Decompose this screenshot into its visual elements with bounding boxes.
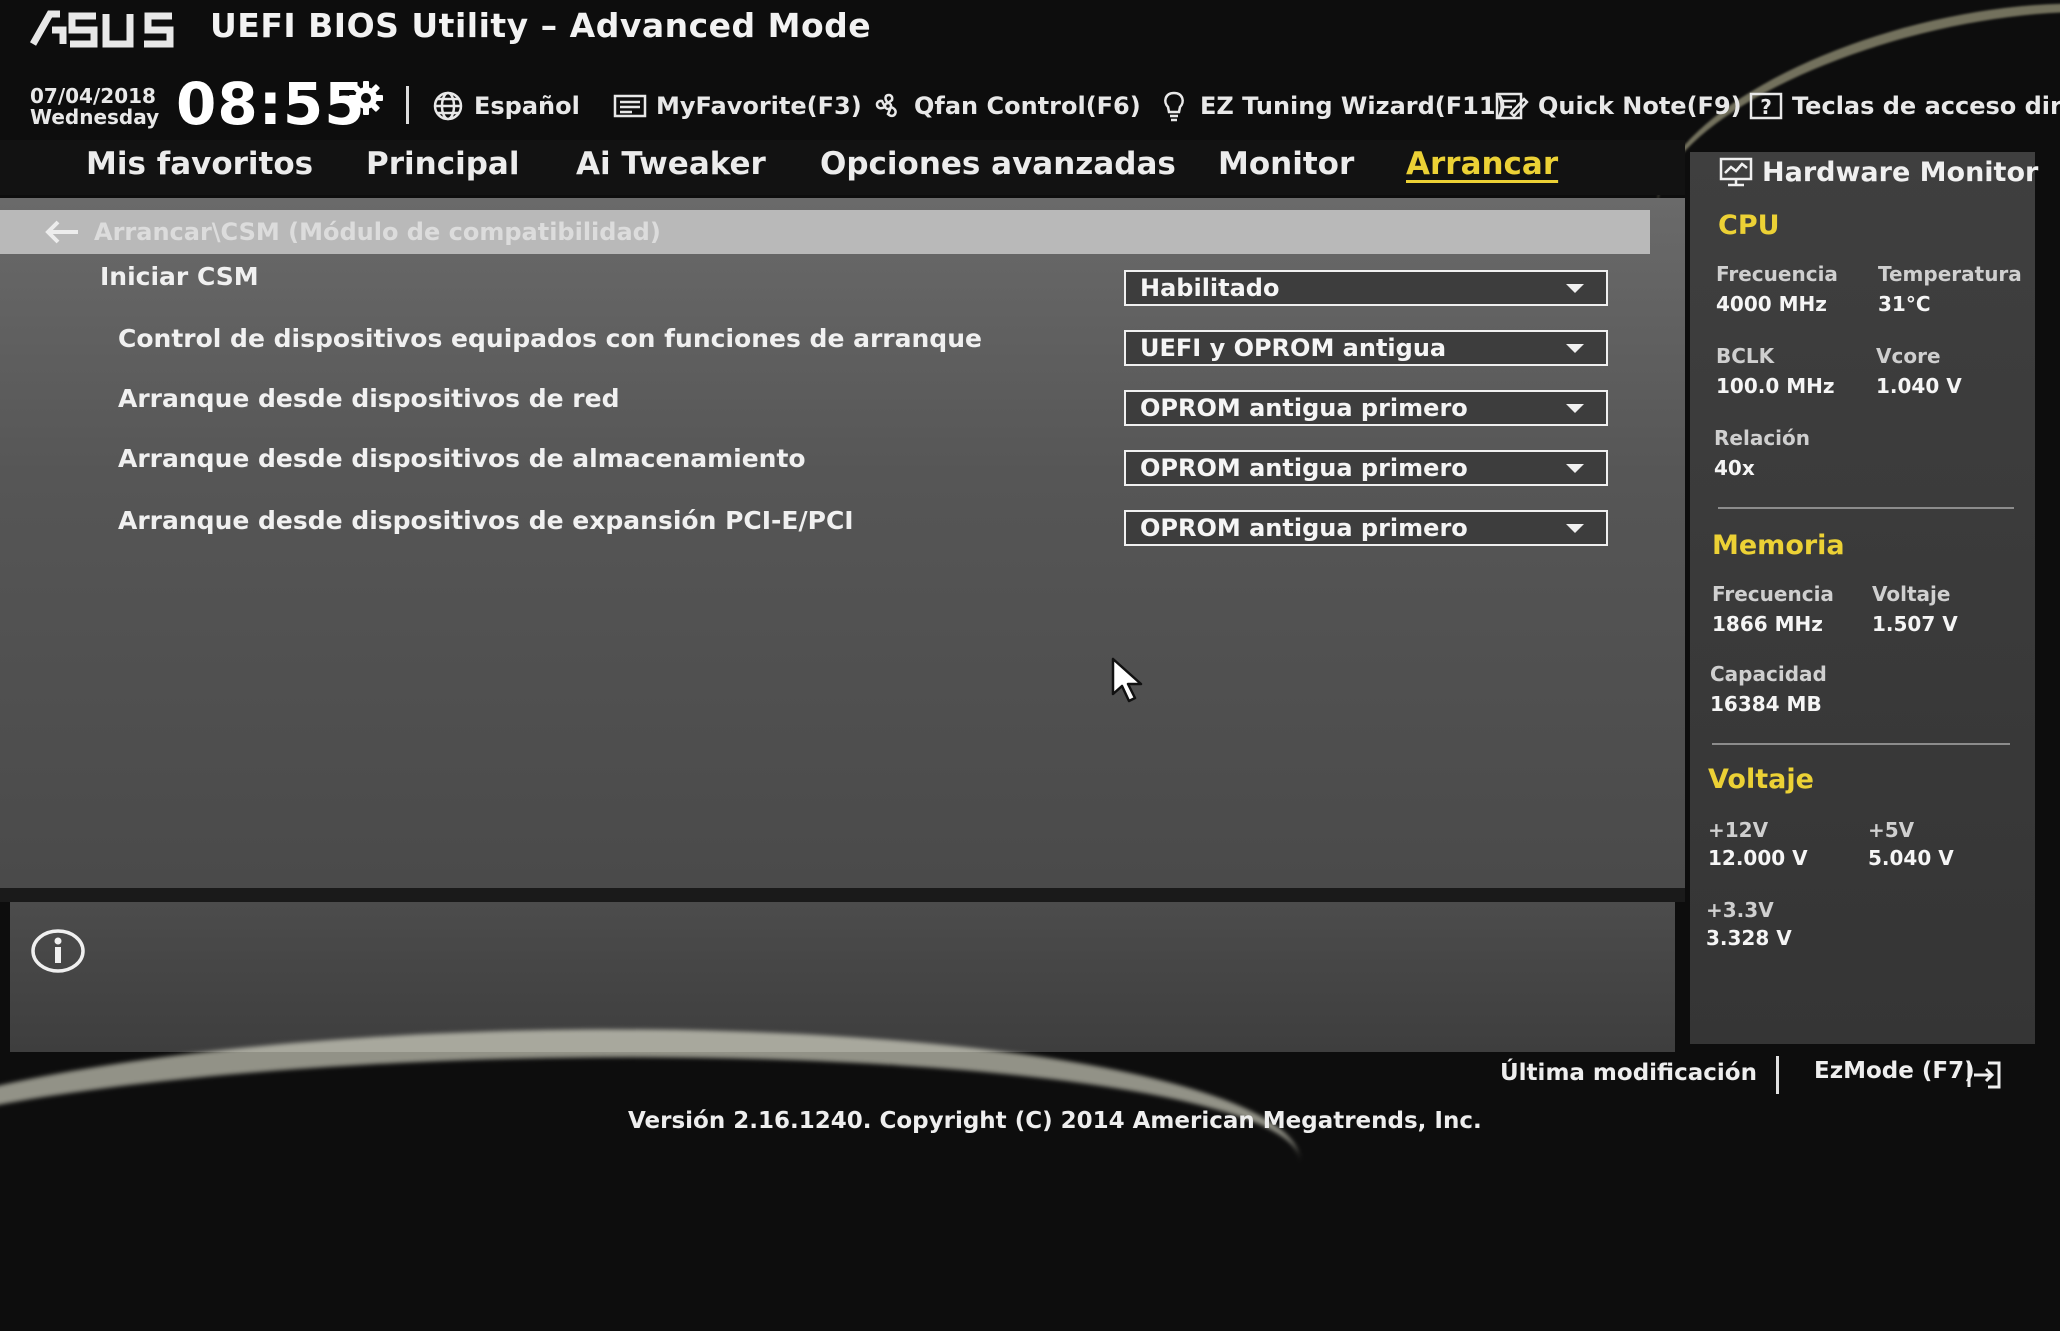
select-value: OPROM antigua primero — [1140, 514, 1468, 542]
dropdown-arrow-icon — [1566, 463, 1584, 473]
bulb-icon — [1164, 91, 1184, 122]
favorites-icon — [613, 94, 647, 118]
v12-value: 12.000 V — [1708, 846, 1808, 870]
footer-separator — [1776, 1056, 1779, 1094]
quick-note-button[interactable]: Quick Note(F9) — [1494, 90, 1742, 122]
myfavorite-label: MyFavorite(F3) — [656, 92, 862, 120]
ratio-label: Relación — [1714, 426, 1811, 450]
header-separator — [406, 86, 409, 124]
vcore-label: Vcore — [1876, 344, 1941, 368]
back-arrow-icon[interactable] — [44, 219, 82, 245]
cpu-frequency-label: Frecuencia — [1716, 262, 1838, 286]
voltage-heading: Voltaje — [1708, 764, 1814, 795]
tab-favorites[interactable]: Mis favoritos — [86, 146, 313, 182]
date-display: 07/04/2018 Wednesday — [30, 86, 159, 128]
qfan-control-button[interactable]: Qfan Control(F6) — [870, 90, 1141, 122]
tab-main[interactable]: Principal — [366, 146, 519, 182]
version-text: Versión 2.16.1240. Copyright (C) 2014 Am… — [628, 1108, 1482, 1134]
hotkeys-label: Teclas de acceso directo — [1792, 92, 2060, 120]
clock: 08:55 — [176, 70, 366, 138]
vcore-value: 1.040 V — [1876, 374, 1962, 398]
select-value: UEFI y OPROM antigua — [1140, 334, 1447, 362]
option-label: Arranque desde dispositivos de expansión… — [118, 506, 854, 535]
globe-icon — [433, 91, 463, 121]
weekday: Wednesday — [30, 105, 160, 129]
bclk-label: BCLK — [1716, 344, 1775, 368]
tab-monitor[interactable]: Monitor — [1218, 146, 1354, 182]
app-title: UEFI BIOS Utility – Advanced Mode — [210, 6, 872, 45]
cpu-heading: CPU — [1718, 210, 1780, 241]
dropdown-arrow-icon — [1566, 343, 1584, 353]
v5-value: 5.040 V — [1868, 846, 1954, 870]
qfan-label: Qfan Control(F6) — [914, 92, 1141, 120]
v5-label: +5V — [1868, 818, 1915, 842]
tab-boot[interactable]: Arrancar — [1406, 146, 1558, 182]
capacity-label: Capacidad — [1710, 662, 1827, 686]
decorative-swoosh — [0, 1016, 1303, 1331]
memory-voltage-value: 1.507 V — [1872, 612, 1958, 636]
exit-icon[interactable] — [1966, 1060, 2002, 1090]
tab-ai-tweaker[interactable]: Ai Tweaker — [576, 146, 766, 182]
section-divider — [1712, 743, 2010, 745]
capacity-value: 16384 MB — [1710, 692, 1822, 716]
pcie-boot-select[interactable]: OPROM antigua primero — [1124, 510, 1608, 546]
hardware-monitor-title: Hardware Monitor — [1718, 156, 2038, 188]
option-label: Arranque desde dispositivos de red — [118, 384, 620, 413]
bclk-value: 100.0 MHz — [1716, 374, 1835, 398]
select-value: OPROM antigua primero — [1140, 454, 1468, 482]
monitor-icon — [1719, 157, 1753, 187]
breadcrumb-text: Arrancar\CSM (Módulo de compatibilidad) — [94, 218, 661, 246]
asus-logo — [30, 10, 174, 48]
ez-tuning-label: EZ Tuning Wizard(F11) — [1200, 92, 1507, 120]
tab-advanced[interactable]: Opciones avanzadas — [820, 146, 1176, 182]
memory-heading: Memoria — [1712, 530, 1845, 561]
date: 07/04/2018 — [30, 84, 156, 108]
myfavorite-button[interactable]: MyFavorite(F3) — [612, 90, 862, 122]
select-value: OPROM antigua primero — [1140, 394, 1468, 422]
hotkeys-button[interactable]: ? Teclas de acceso directo — [1748, 90, 2060, 122]
network-boot-select[interactable]: OPROM antigua primero — [1124, 390, 1608, 426]
mouse-cursor-icon — [1111, 657, 1143, 703]
memory-frequency-value: 1866 MHz — [1712, 612, 1823, 636]
info-icon — [31, 929, 85, 973]
v33-label: +3.3V — [1706, 898, 1774, 922]
v33-value: 3.328 V — [1706, 926, 1792, 950]
breadcrumb: Arrancar\CSM (Módulo de compatibilidad) — [0, 210, 1650, 254]
boot-device-control-select[interactable]: UEFI y OPROM antigua — [1124, 330, 1608, 366]
help-description-panel — [10, 902, 1675, 1052]
language-button[interactable]: Español — [430, 90, 580, 122]
hw-title-text: Hardware Monitor — [1762, 156, 2039, 188]
section-divider — [1718, 507, 2014, 509]
option-label: Iniciar CSM — [100, 262, 259, 291]
decorative-swoosh — [746, 0, 2060, 164]
cpu-temperature-label: Temperatura — [1878, 262, 2022, 286]
dropdown-arrow-icon — [1566, 523, 1584, 533]
panel-divider — [0, 888, 1685, 902]
language-label: Español — [474, 92, 580, 120]
dropdown-arrow-icon — [1566, 283, 1584, 293]
csm-launch-select[interactable]: Habilitado — [1124, 270, 1608, 306]
memory-voltage-label: Voltaje — [1872, 582, 1951, 606]
fan-icon — [875, 93, 897, 118]
select-value: Habilitado — [1140, 274, 1280, 302]
dropdown-arrow-icon — [1566, 403, 1584, 413]
note-icon — [1495, 92, 1529, 120]
storage-boot-select[interactable]: OPROM antigua primero — [1124, 450, 1608, 486]
option-label: Arranque desde dispositivos de almacenam… — [118, 444, 806, 473]
ratio-value: 40x — [1714, 456, 1755, 480]
v12-label: +12V — [1708, 818, 1769, 842]
svg-text:?: ? — [1760, 95, 1772, 119]
gear-icon[interactable] — [346, 78, 386, 118]
last-modified-button[interactable]: Última modificación — [1500, 1060, 1757, 1086]
quick-note-label: Quick Note(F9) — [1538, 92, 1742, 120]
cpu-frequency-value: 4000 MHz — [1716, 292, 1827, 316]
memory-frequency-label: Frecuencia — [1712, 582, 1834, 606]
option-label: Control de dispositivos equipados con fu… — [118, 324, 982, 353]
ezmode-button[interactable]: EzMode (F7) — [1814, 1058, 1975, 1084]
ez-tuning-wizard-button[interactable]: EZ Tuning Wizard(F11) — [1156, 90, 1507, 122]
help-icon: ? — [1749, 92, 1783, 120]
cpu-temperature-value: 31°C — [1878, 292, 1931, 316]
